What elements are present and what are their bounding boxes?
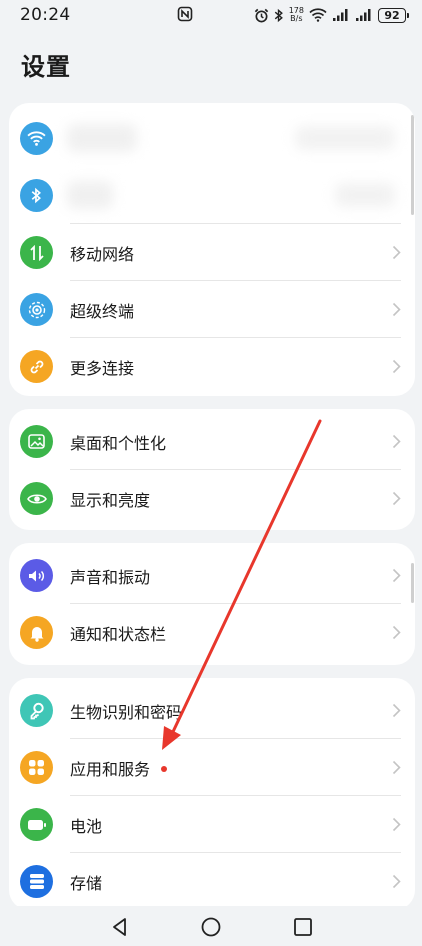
bluetooth-status-icon xyxy=(274,8,283,22)
settings-item-label: 移动网络 xyxy=(70,244,135,264)
speaker-icon xyxy=(20,559,53,592)
settings-item-label: 桌面和个性化 xyxy=(70,433,167,453)
network-speed: 178 B/s xyxy=(288,6,304,23)
wifi-icon xyxy=(20,122,53,155)
chevron-right-icon xyxy=(392,302,401,317)
recents-icon[interactable] xyxy=(292,916,314,938)
settings-item-bluetooth[interactable] xyxy=(9,167,415,224)
status-bar: 20:24 178 B/s 92 xyxy=(0,0,422,30)
settings-item-mobile-network[interactable]: 移动网络 xyxy=(9,224,415,281)
chevron-right-icon xyxy=(392,434,401,449)
wifi-label-redacted xyxy=(67,124,137,152)
battery-icon xyxy=(20,808,53,841)
settings-item-super-device[interactable]: 超级终端 xyxy=(9,281,415,338)
back-icon[interactable] xyxy=(109,916,131,938)
settings-item-apps-services[interactable]: 应用和服务 xyxy=(9,739,415,796)
alarm-icon xyxy=(254,8,268,22)
chevron-right-icon xyxy=(392,760,401,775)
home-icon[interactable] xyxy=(200,916,222,938)
chevron-right-icon xyxy=(392,245,401,260)
settings-item-label: 应用和服务 xyxy=(70,759,151,779)
annotation-dot xyxy=(161,766,167,772)
card-connectivity: 移动网络 超级终端 更多连接 xyxy=(9,103,415,396)
settings-item-storage[interactable]: 存储 xyxy=(9,853,415,910)
chevron-right-icon xyxy=(392,874,401,889)
card-system: 生物识别和密码 应用和服务 电池 存储 xyxy=(9,678,415,910)
bell-icon xyxy=(20,616,53,649)
mobile-network-icon xyxy=(20,236,53,269)
settings-item-label: 电池 xyxy=(70,816,103,836)
battery-indicator: 92 xyxy=(378,7,409,23)
super-device-icon xyxy=(20,293,53,326)
scrollbar[interactable] xyxy=(411,563,414,603)
status-time: 20:24 xyxy=(20,5,71,25)
status-icons: 178 B/s 92 xyxy=(254,4,409,26)
settings-screen: 20:24 178 B/s 92 设置 移动网络 超级终端 更多连接 桌面和个性… xyxy=(0,0,422,946)
settings-item-display-brightness[interactable]: 显示和亮度 xyxy=(9,470,415,527)
page-title: 设置 xyxy=(21,53,71,81)
link-icon xyxy=(20,350,53,383)
settings-item-label: 更多连接 xyxy=(70,358,135,378)
signal-icon-1 xyxy=(333,9,348,21)
chevron-right-icon xyxy=(392,359,401,374)
settings-item-label: 存储 xyxy=(70,873,103,893)
chevron-right-icon xyxy=(392,817,401,832)
settings-item-notifications[interactable]: 通知和状态栏 xyxy=(9,604,415,661)
bluetooth-icon xyxy=(20,179,53,212)
settings-item-battery[interactable]: 电池 xyxy=(9,796,415,853)
settings-item-label: 生物识别和密码 xyxy=(70,702,183,722)
wallpaper-icon xyxy=(20,425,53,458)
nfc-icon xyxy=(177,6,193,22)
bluetooth-label-redacted xyxy=(67,181,113,209)
signal-icon-2 xyxy=(356,9,371,21)
settings-item-wifi[interactable] xyxy=(9,110,415,167)
wifi-status-icon xyxy=(309,8,327,22)
scrollbar[interactable] xyxy=(411,115,414,215)
settings-item-biometrics-password[interactable]: 生物识别和密码 xyxy=(9,682,415,739)
wifi-value-redacted xyxy=(295,126,395,150)
eye-icon xyxy=(20,482,53,515)
chevron-right-icon xyxy=(392,703,401,718)
card-display: 桌面和个性化 显示和亮度 xyxy=(9,409,415,530)
chevron-right-icon xyxy=(392,491,401,506)
settings-item-more-connections[interactable]: 更多连接 xyxy=(9,338,415,395)
bluetooth-value-redacted xyxy=(335,183,395,207)
settings-item-label: 通知和状态栏 xyxy=(70,624,167,644)
settings-item-label: 声音和振动 xyxy=(70,567,151,587)
navigation-bar xyxy=(0,906,422,946)
card-sound-notifications: 声音和振动 通知和状态栏 xyxy=(9,543,415,665)
apps-icon xyxy=(20,751,53,784)
settings-item-label: 超级终端 xyxy=(70,301,135,321)
chevron-right-icon xyxy=(392,568,401,583)
settings-item-sound-vibration[interactable]: 声音和振动 xyxy=(9,547,415,604)
storage-icon xyxy=(20,865,53,898)
settings-item-label: 显示和亮度 xyxy=(70,490,151,510)
chevron-right-icon xyxy=(392,625,401,640)
settings-item-home-screen[interactable]: 桌面和个性化 xyxy=(9,413,415,470)
key-icon xyxy=(20,694,53,727)
